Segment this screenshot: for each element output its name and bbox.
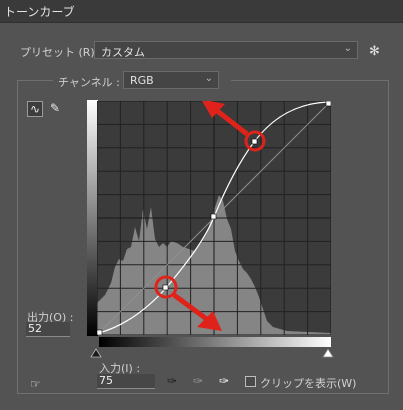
channel-value: RGB bbox=[130, 74, 154, 87]
curve-graph[interactable] bbox=[97, 101, 331, 335]
curve-tool-icon[interactable]: ∿ bbox=[27, 101, 43, 117]
curve-point-upper bbox=[251, 138, 258, 145]
slider-track bbox=[90, 348, 334, 358]
channel-label: チャンネル : bbox=[58, 76, 120, 89]
chevron-down-icon: ⌄ bbox=[204, 73, 213, 84]
black-eyedropper-icon[interactable]: ✑ bbox=[167, 374, 177, 388]
gear-icon[interactable]: ✻ bbox=[369, 44, 380, 59]
white-point-slider bbox=[322, 348, 334, 358]
window-title: トーンカーブ bbox=[4, 5, 75, 19]
black-point-slider bbox=[90, 348, 102, 358]
pencil-icon[interactable]: ✎ bbox=[47, 101, 63, 117]
white-eyedropper-icon[interactable]: ✑ bbox=[219, 374, 229, 388]
curve-point-black bbox=[97, 329, 103, 335]
preset-select[interactable]: カスタム ⌄ bbox=[94, 41, 358, 59]
preset-label: プリセット (R) : bbox=[20, 46, 102, 59]
on-image-adjust-icon[interactable]: ☞ bbox=[30, 377, 41, 391]
curve-point-white bbox=[325, 101, 331, 107]
channel-select[interactable]: RGB ⌄ bbox=[123, 71, 219, 89]
clip-label: クリップを表示(W) bbox=[260, 377, 357, 390]
output-field[interactable]: 52 bbox=[26, 322, 70, 337]
curve-point-mid bbox=[210, 213, 217, 220]
clip-checkbox[interactable] bbox=[245, 376, 256, 387]
preset-value: カスタム bbox=[101, 46, 145, 59]
gray-eyedropper-icon[interactable]: ✑ bbox=[193, 374, 203, 388]
chevron-down-icon: ⌄ bbox=[343, 43, 352, 54]
input-gradient bbox=[99, 337, 331, 347]
title-bar: トーンカーブ bbox=[0, 0, 403, 23]
input-field[interactable]: 75 bbox=[97, 374, 155, 389]
curve-point-selected bbox=[162, 284, 169, 291]
